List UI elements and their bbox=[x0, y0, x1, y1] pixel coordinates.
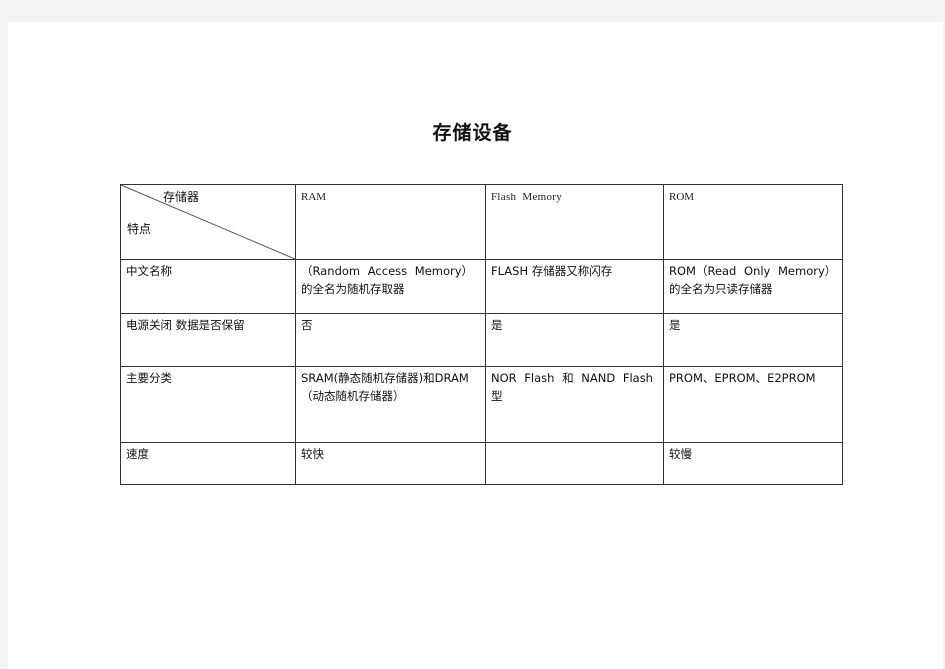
column-header-rom: ROM bbox=[663, 184, 843, 260]
row-label: 中文名称 bbox=[120, 259, 296, 314]
row-label: 速度 bbox=[120, 442, 296, 485]
column-header-label: RAM bbox=[301, 191, 327, 203]
table-cell: 是 bbox=[663, 313, 843, 367]
table-row: 主要分类 SRAM(静态随机存储器)和DRAM（动态随机存储器） NOR Fla… bbox=[120, 366, 843, 443]
column-header-flash: Flash Memory bbox=[485, 184, 664, 260]
row-label: 电源关闭 数据是否保留 bbox=[120, 313, 296, 367]
corner-header-cell: 存储器 特点 bbox=[120, 184, 296, 260]
table-cell: SRAM(静态随机存储器)和DRAM（动态随机存储器） bbox=[295, 366, 486, 443]
table-cell: PROM、EPROM、E2PROM bbox=[663, 366, 843, 443]
table-cell: 是 bbox=[485, 313, 664, 367]
storage-comparison-table: 存储器 特点 RAM Flash Memory ROM 中文名称 （Random… bbox=[120, 184, 843, 485]
table-cell: 较快 bbox=[295, 442, 486, 485]
table-cell: （Random Access Memory）的全名为随机存取器 bbox=[295, 259, 486, 314]
column-header-ram: RAM bbox=[295, 184, 486, 260]
table-cell: 较慢 bbox=[663, 442, 843, 485]
table-cell: NOR Flash 和 NAND Flash 型 bbox=[485, 366, 664, 443]
table-row: 电源关闭 数据是否保留 否 是 是 bbox=[120, 313, 843, 367]
column-header-label: ROM bbox=[669, 191, 695, 203]
table-row: 速度 较快 较慢 bbox=[120, 442, 843, 485]
corner-top-label: 存储器 bbox=[163, 190, 200, 204]
row-label: 主要分类 bbox=[120, 366, 296, 443]
table-header-row: 存储器 特点 RAM Flash Memory ROM bbox=[120, 184, 843, 260]
table-row: 中文名称 （Random Access Memory）的全名为随机存取器 FLA… bbox=[120, 259, 843, 314]
table-cell: ROM（Read Only Memory）的全名为只读存储器 bbox=[663, 259, 843, 314]
column-header-label: Flash Memory bbox=[491, 191, 563, 203]
table-cell: 否 bbox=[295, 313, 486, 367]
table-cell bbox=[485, 442, 664, 485]
document-title: 存储设备 bbox=[432, 122, 513, 144]
corner-bottom-label: 特点 bbox=[127, 222, 152, 236]
table-cell: FLASH 存储器又称闪存 bbox=[485, 259, 664, 314]
